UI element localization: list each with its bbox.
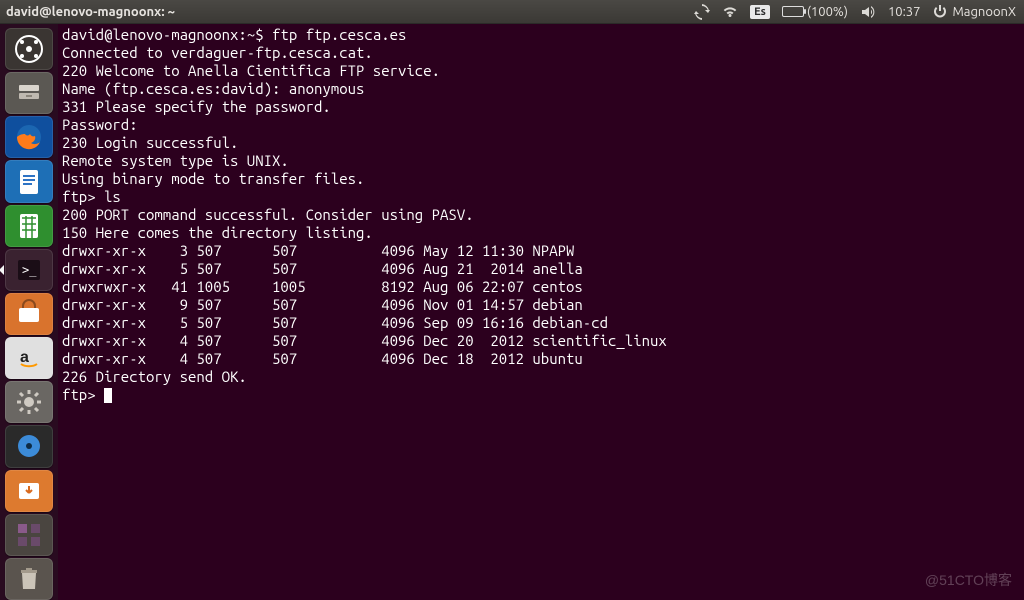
svg-text:a: a (20, 349, 29, 366)
keyboard-layout-indicator[interactable]: Es (750, 5, 770, 19)
indicator-area: Es (100%) 10:37 MagnoonX (694, 4, 1016, 20)
battery-text: (100%) (807, 5, 848, 19)
launcher-trash[interactable] (5, 558, 53, 600)
clock-indicator[interactable]: 10:37 (888, 5, 921, 19)
clock-text: 10:37 (888, 5, 921, 19)
launcher-firefox[interactable] (5, 116, 53, 158)
watermark: @51CTO博客 (925, 570, 1012, 590)
launcher-amazon[interactable]: a (5, 337, 53, 379)
sync-icon[interactable] (694, 4, 710, 20)
battery-icon (782, 6, 804, 17)
text-cursor (104, 388, 112, 403)
wifi-icon[interactable] (722, 4, 738, 20)
launcher: >_a (0, 24, 58, 600)
svg-text:>_: >_ (22, 263, 37, 277)
battery-indicator[interactable]: (100%) (782, 5, 848, 19)
launcher-dash[interactable] (5, 28, 53, 70)
session-label: MagnoonX (952, 5, 1016, 19)
top-panel: david@lenovo-magnoonx: ~ Es (100%) 10:37… (0, 0, 1024, 24)
launcher-settings[interactable] (5, 381, 53, 423)
launcher-update-manager[interactable] (5, 470, 53, 512)
window-title: david@lenovo-magnoonx: ~ (6, 5, 175, 19)
launcher-libreoffice-writer[interactable] (5, 160, 53, 202)
launcher-workspace-switcher[interactable] (5, 514, 53, 556)
launcher-terminal[interactable]: >_ (5, 249, 53, 291)
terminal-window: david@lenovo-magnoonx:~$ ftp ftp.cesca.e… (58, 24, 1024, 600)
launcher-libreoffice-calc[interactable] (5, 205, 53, 247)
launcher-disk-utility[interactable] (5, 425, 53, 467)
launcher-files[interactable] (5, 72, 53, 114)
volume-icon[interactable] (860, 4, 876, 20)
session-menu[interactable]: MagnoonX (932, 4, 1016, 20)
active-indicator-icon (0, 265, 4, 275)
keyboard-layout-label: Es (750, 5, 770, 19)
terminal-body[interactable]: david@lenovo-magnoonx:~$ ftp ftp.cesca.e… (58, 24, 1024, 600)
launcher-software-center[interactable] (5, 293, 53, 335)
